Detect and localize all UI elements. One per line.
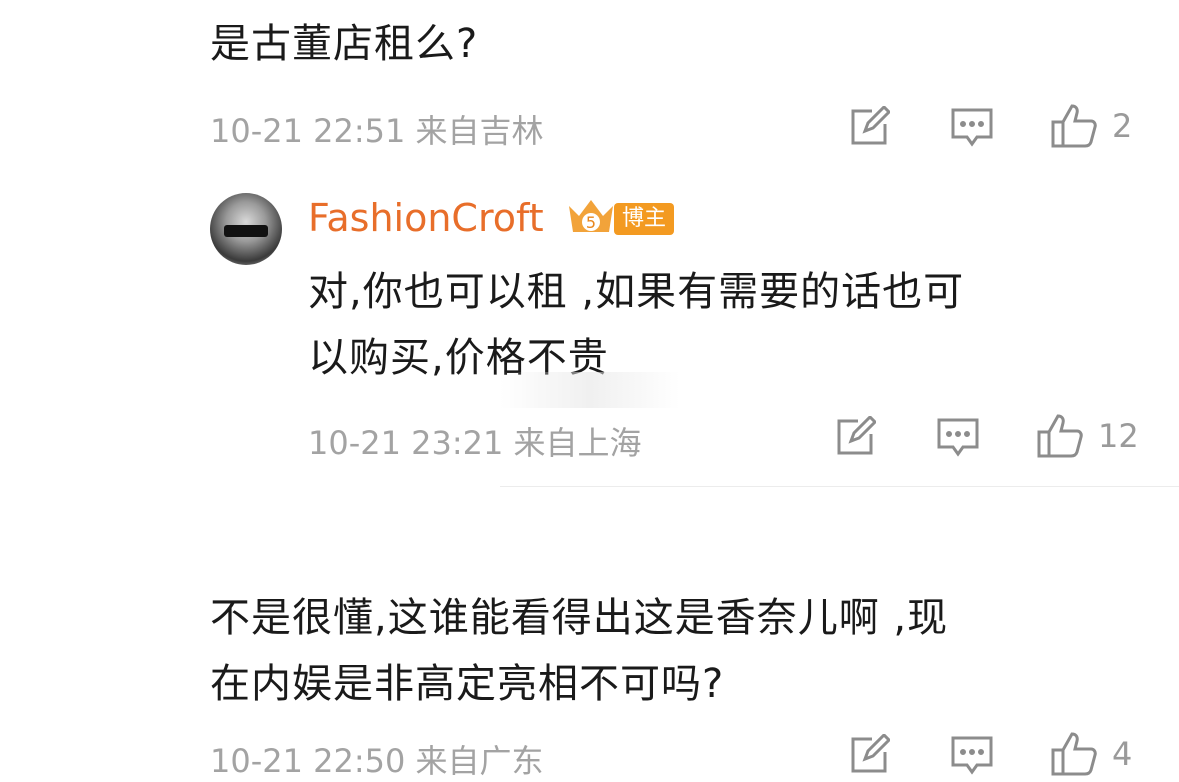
like-count: 4 xyxy=(1112,735,1133,773)
like-count: 2 xyxy=(1112,107,1133,145)
edit-icon xyxy=(837,416,876,455)
edit-icon xyxy=(851,106,890,145)
comment-icon xyxy=(951,736,993,775)
reply-button[interactable] xyxy=(936,416,980,460)
comment-text-line-2: 在内娱是非高定亮相不可吗? xyxy=(210,661,725,707)
repost-button[interactable] xyxy=(834,416,876,458)
reply-button[interactable] xyxy=(950,106,994,150)
username[interactable]: FashionCroft xyxy=(308,196,544,240)
comment-icon xyxy=(951,108,993,147)
thumbs-up-icon xyxy=(1037,414,1083,458)
comment-text-line-1: 不是很懂,这谁能看得出这是香奈儿啊 ,现 xyxy=(210,595,949,641)
image-smudge xyxy=(500,372,680,408)
svg-text:5: 5 xyxy=(586,213,596,232)
comment-icon xyxy=(937,418,979,457)
comment-meta: 10-21 22:51 来自吉林 xyxy=(210,112,544,150)
reply-meta: 10-21 23:21 来自上海 xyxy=(308,424,642,462)
crown-badge-icon: 5 xyxy=(569,200,613,232)
divider xyxy=(500,486,1179,487)
thumbs-up-icon xyxy=(1051,104,1097,148)
comment-meta: 10-21 22:50 来自广东 xyxy=(210,742,544,780)
like-button[interactable]: 12 xyxy=(1036,413,1139,459)
reply-button[interactable] xyxy=(950,734,994,778)
blogger-badge: 博主 xyxy=(614,203,675,235)
edit-icon xyxy=(851,734,890,773)
comment-text: 是古董店租么? xyxy=(210,21,479,67)
thumbs-up-icon xyxy=(1051,732,1097,776)
repost-button[interactable] xyxy=(848,734,890,776)
avatar[interactable] xyxy=(210,193,282,265)
repost-button[interactable] xyxy=(848,106,890,148)
reply-text-line-1: 对,你也可以租 ,如果有需要的话也可 xyxy=(308,269,965,315)
like-button[interactable]: 2 xyxy=(1050,103,1132,149)
like-button[interactable]: 4 xyxy=(1050,731,1132,777)
like-count: 12 xyxy=(1098,417,1139,455)
